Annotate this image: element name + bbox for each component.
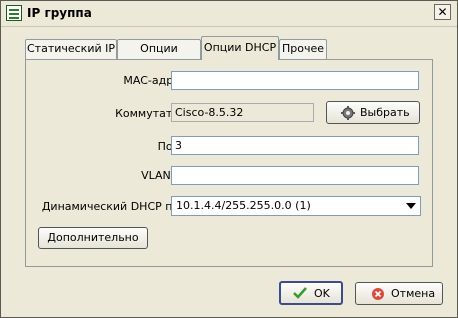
tab-static-ip[interactable]: Статический IP bbox=[25, 39, 117, 59]
tab-other[interactable]: Прочее bbox=[279, 39, 327, 59]
checkmark-icon bbox=[293, 287, 307, 299]
dhcp-options-panel: MAC-адрес Коммутатор Cisco-8.5.32 Выбрат… bbox=[25, 59, 433, 267]
cancel-button[interactable]: Отмена bbox=[355, 282, 443, 305]
title-bar: IP группа ✕ bbox=[1, 1, 457, 27]
dhcp-pool-select[interactable]: 10.1.4.4/255.255.0.0 (1) bbox=[171, 196, 421, 216]
cancel-icon bbox=[372, 288, 384, 300]
ok-button-label: OK bbox=[314, 287, 330, 300]
ok-button[interactable]: OK bbox=[279, 281, 343, 305]
select-button-label: Выбрать bbox=[360, 106, 410, 119]
close-button[interactable]: ✕ bbox=[434, 4, 451, 20]
tab-dhcp-options[interactable]: Опции DHCP bbox=[201, 36, 279, 60]
gear-icon bbox=[341, 106, 355, 120]
app-icon bbox=[6, 5, 22, 21]
vlan-id-field[interactable] bbox=[171, 166, 419, 185]
chevron-down-icon bbox=[406, 203, 416, 209]
port-field[interactable]: 3 bbox=[171, 136, 419, 155]
mac-address-label: MAC-адрес bbox=[123, 74, 186, 87]
port-label: Порт bbox=[66, 140, 186, 153]
mac-address-field[interactable] bbox=[171, 71, 419, 90]
vlan-id-label: VLAN ID bbox=[141, 169, 186, 182]
cancel-button-label: Отмена bbox=[391, 287, 436, 300]
switch-label: Коммутатор bbox=[115, 107, 186, 120]
tab-radius-options[interactable]: Опции RADIUS bbox=[117, 39, 201, 73]
dialog-window: IP группа ✕ Статический IP Опции RADIUS … bbox=[0, 0, 458, 318]
advanced-button[interactable]: Дополнительно bbox=[38, 227, 148, 249]
dhcp-pool-label: Динамический DHCP пул bbox=[41, 200, 186, 213]
window-title: IP группа bbox=[27, 6, 92, 20]
close-icon: ✕ bbox=[437, 5, 448, 19]
switch-field: Cisco-8.5.32 bbox=[171, 103, 314, 122]
select-switch-button[interactable]: Выбрать bbox=[326, 101, 420, 124]
dhcp-pool-selected: 10.1.4.4/255.255.0.0 (1) bbox=[176, 199, 311, 212]
